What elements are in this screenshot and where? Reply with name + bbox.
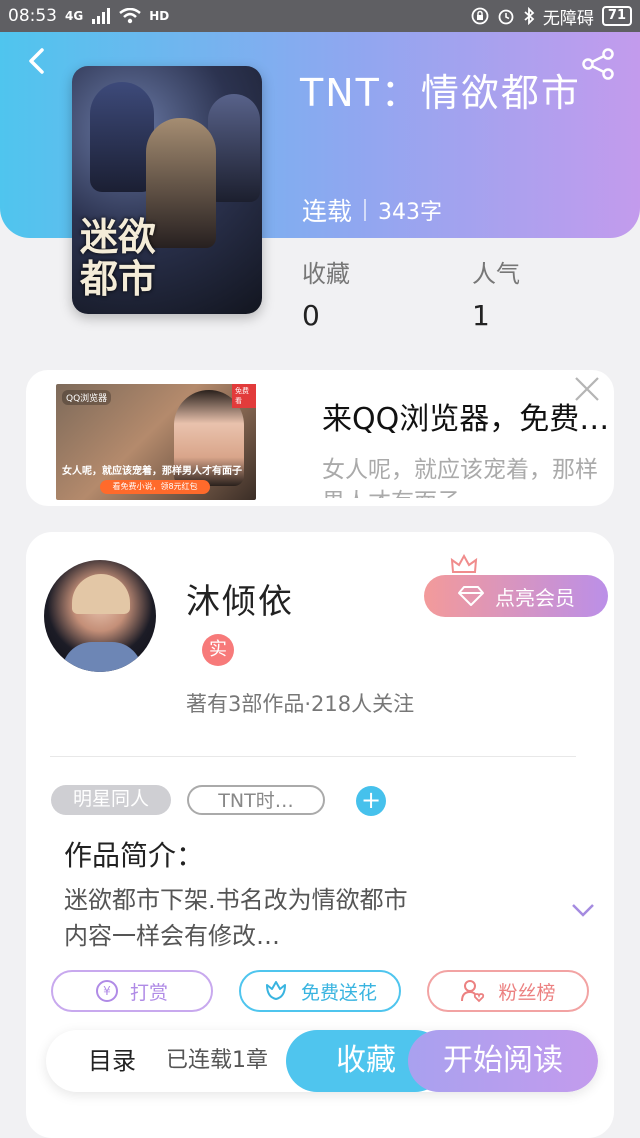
signal-icon <box>92 8 111 24</box>
back-arrow-icon[interactable] <box>22 46 52 76</box>
reward-button[interactable]: ¥ 打赏 <box>51 970 213 1012</box>
author-avatar[interactable] <box>44 560 156 672</box>
start-reading-button[interactable]: 开始阅读 <box>408 1030 598 1092</box>
cover-title-art: 迷欲都市 <box>80 214 157 301</box>
divider <box>364 199 367 221</box>
status-bar: 08:53 4G HD 无障碍 71 <box>0 0 640 32</box>
crown-icon <box>450 554 478 573</box>
tag-topic[interactable]: TNT时… <box>187 785 325 815</box>
fans-ranking-label: 粉丝榜 <box>498 981 556 1004</box>
rotation-lock-icon <box>471 7 489 25</box>
popularity-count: 1 <box>472 299 490 332</box>
divider <box>50 756 576 757</box>
ad-banner[interactable]: QQ浏览器 免费看 女人呢，就应该宠着，那样男人才有面子 看免费小说，领8元红包… <box>26 370 614 506</box>
popularity-stat: 人气 1 <box>472 254 520 332</box>
close-icon[interactable] <box>572 374 602 404</box>
ad-image: QQ浏览器 免费看 女人呢，就应该宠着，那样男人才有面子 看免费小说，领8元红包 <box>56 384 256 500</box>
intro-heading: 作品简介： <box>64 839 205 872</box>
catalog-button[interactable]: 目录 <box>88 1030 136 1092</box>
bluetooth-icon <box>524 7 535 25</box>
avatar-shirt <box>62 642 142 672</box>
serial-status: 连载 <box>302 197 353 226</box>
ad-description: 女人呢，就应该宠着，那样男人才有面子 <box>322 457 598 498</box>
vip-button-label: 点亮会员 <box>495 585 575 610</box>
user-heart-icon <box>461 980 485 1003</box>
author-meta: 著有3部作品·218人关注 <box>186 692 415 716</box>
diamond-icon <box>458 586 484 606</box>
hd-indicator: HD <box>149 9 170 23</box>
yen-icon: ¥ <box>95 980 118 1002</box>
book-cover[interactable]: 迷欲都市 <box>72 66 262 314</box>
ad-title: 来QQ浏览器，免费看小说 <box>322 402 612 437</box>
ad-brand: QQ浏览器 <box>62 390 112 405</box>
avatar-hair <box>72 574 130 614</box>
verified-badge: 实 <box>202 634 234 666</box>
chapter-count: 已连载1章 <box>166 1048 268 1073</box>
intro-text-line: 内容一样会有修改… <box>64 922 280 950</box>
alarm-icon <box>498 9 514 25</box>
send-flower-label: 免费送花 <box>300 981 377 1004</box>
collect-count: 0 <box>302 299 320 332</box>
ad-image-caption: 女人呢，就应该宠着，那样男人才有面子 <box>62 466 242 477</box>
vip-button[interactable]: 点亮会员 <box>424 575 608 617</box>
author-name[interactable]: 沐倾依 <box>186 574 294 623</box>
intro-text: 迷欲都市下架.书名改为情欲都市 内容一样会有修改… <box>64 882 524 954</box>
book-status-row: 连载 343字 <box>302 192 442 228</box>
status-time: 08:53 <box>8 6 57 26</box>
fans-ranking-button[interactable]: 粉丝榜 <box>427 970 589 1012</box>
chevron-down-icon[interactable] <box>570 900 596 920</box>
network-type: 4G <box>65 9 84 23</box>
popularity-label: 人气 <box>472 260 520 288</box>
collect-stat: 收藏 0 <box>302 254 350 332</box>
send-flower-button[interactable]: 免费送花 <box>239 970 401 1012</box>
word-count: 343字 <box>378 200 443 225</box>
accessibility-label: 无障碍 <box>542 8 594 29</box>
tag-category[interactable]: 明星同人 <box>51 785 171 815</box>
cover-figure <box>90 82 154 192</box>
ad-corner-badge: 免费看 <box>232 384 256 408</box>
reward-label: 打赏 <box>129 981 168 1004</box>
add-tag-button[interactable]: + <box>356 786 386 816</box>
book-title: TNT：情欲都市 <box>300 71 581 115</box>
collect-label: 收藏 <box>302 260 350 288</box>
wifi-icon <box>119 8 141 24</box>
flower-icon <box>265 981 286 1000</box>
bottom-action-bar: 目录 已连载1章 收藏 开始阅读 <box>46 1030 598 1092</box>
ad-image-pill: 看免费小说，领8元红包 <box>100 480 210 494</box>
intro-text-line: 迷欲都市下架.书名改为情欲都市 <box>64 886 408 914</box>
battery-indicator: 71 <box>601 6 632 26</box>
